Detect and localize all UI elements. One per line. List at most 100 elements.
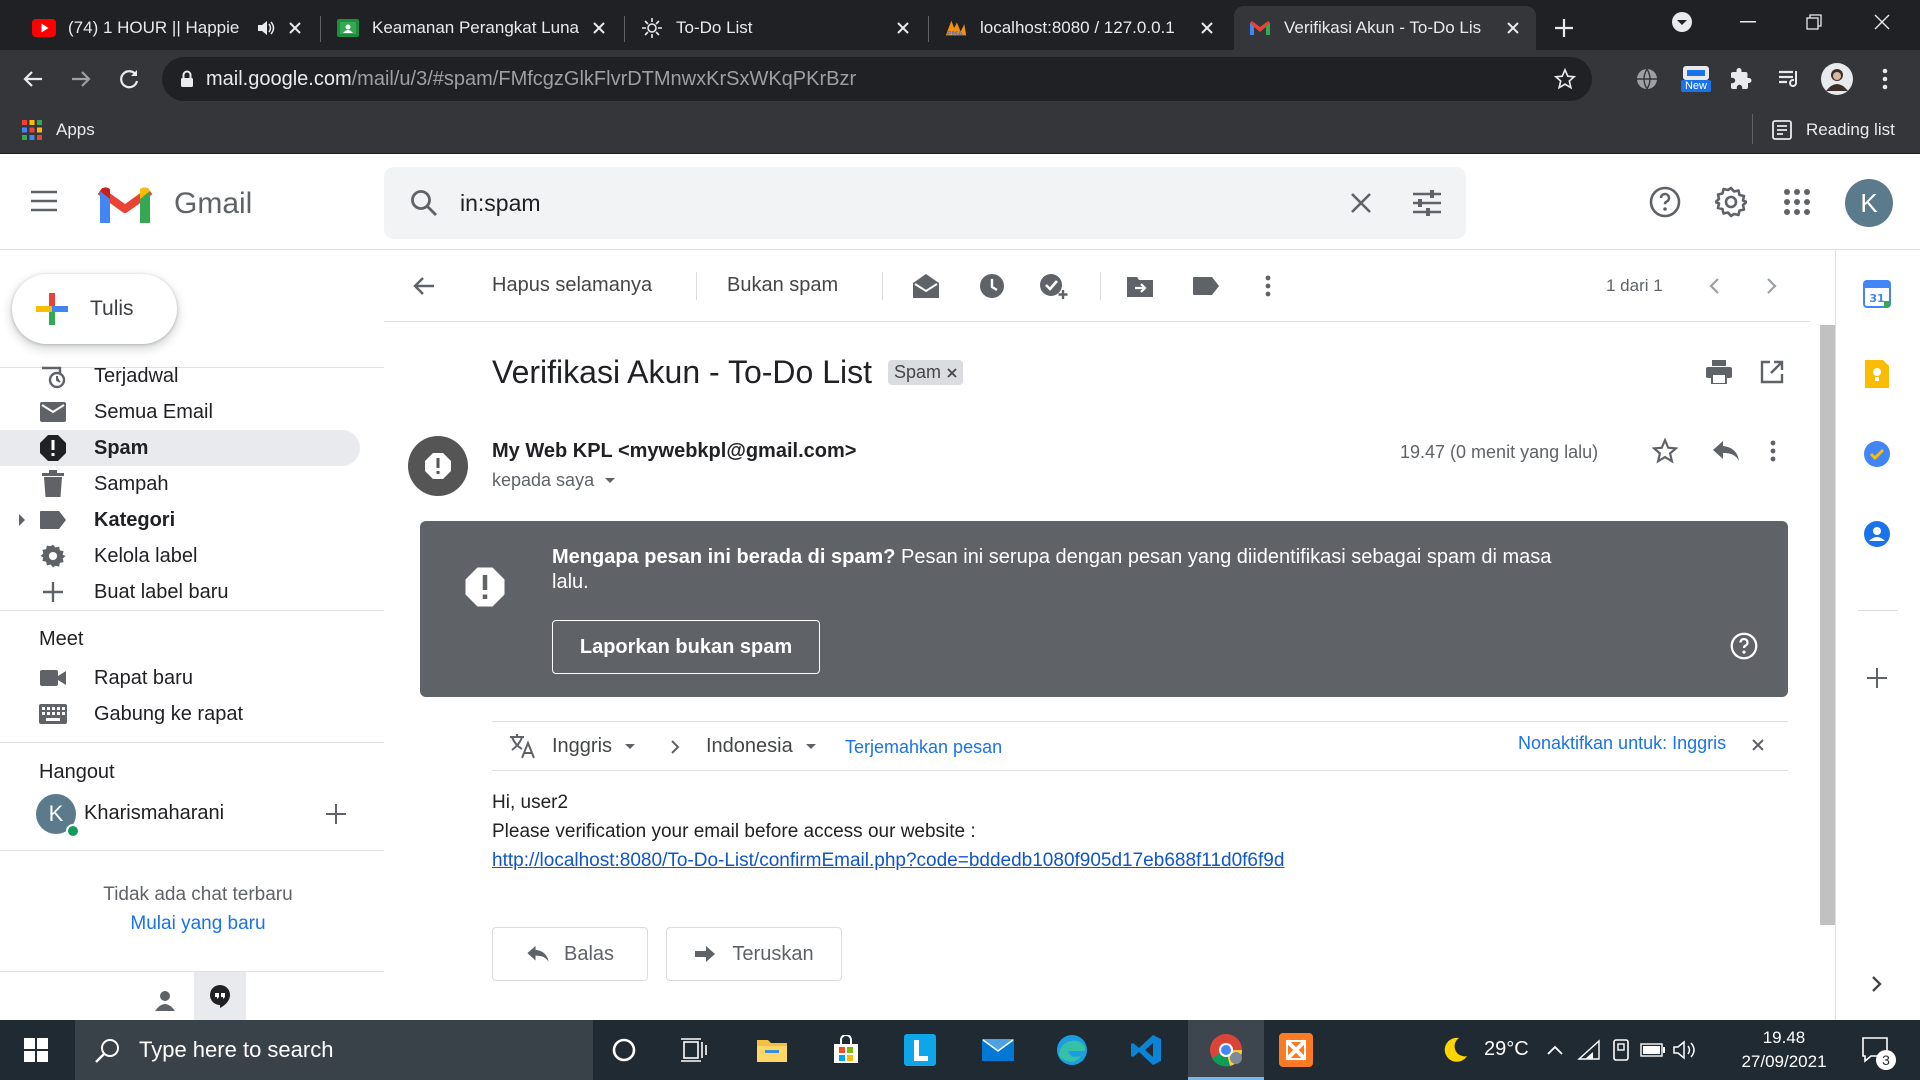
mail-app-icon[interactable] (976, 1030, 1020, 1070)
close-tab-icon[interactable] (588, 17, 610, 39)
tab-youtube[interactable]: (74) 1 HOUR || Happie (18, 6, 318, 50)
reply-button[interactable]: Balas (492, 927, 648, 981)
close-tab-icon[interactable] (892, 17, 914, 39)
source-language-select[interactable]: Inggris (552, 735, 636, 758)
notification-center-icon[interactable]: 3 (1854, 1030, 1898, 1070)
cortana-icon[interactable] (602, 1030, 646, 1070)
not-spam-button[interactable]: Bukan spam (727, 274, 838, 297)
main-menu-icon[interactable] (30, 190, 58, 212)
nav-item-create-label[interactable]: Buat label baru (0, 574, 360, 610)
disable-translate-link[interactable]: Nonaktifkan untuk: Inggris (1518, 733, 1726, 754)
windows-start-icon[interactable] (14, 1030, 58, 1070)
reload-button[interactable] (112, 62, 146, 96)
translate-message-link[interactable]: Terjemahkan pesan (845, 737, 1002, 758)
more-actions-icon[interactable] (1250, 268, 1286, 304)
lunacy-l-app-icon[interactable] (898, 1030, 942, 1070)
device-icon[interactable] (1606, 1030, 1636, 1070)
file-explorer-icon[interactable] (750, 1030, 794, 1070)
tab-search-icon[interactable] (1650, 0, 1714, 44)
star-icon[interactable] (1652, 438, 1678, 464)
move-to-icon[interactable] (1122, 268, 1158, 304)
battery-icon[interactable] (1638, 1030, 1668, 1070)
label-as-icon[interactable] (1188, 268, 1224, 304)
nav-item-categories[interactable]: Kategori (0, 502, 360, 538)
forward-button[interactable]: Teruskan (666, 927, 842, 981)
settings-gear-icon[interactable] (1708, 179, 1754, 225)
taskbar-clock[interactable]: 19.48 27/09/2021 (1724, 1026, 1844, 1074)
media-queue-icon[interactable] (1772, 62, 1806, 96)
more-email-options-icon[interactable] (1770, 440, 1776, 462)
speaker-icon[interactable] (256, 16, 276, 40)
nav-item-all-mail[interactable]: Semua Email (0, 394, 360, 430)
report-not-spam-button[interactable]: Laporkan bukan spam (552, 620, 820, 674)
help-circle-icon[interactable] (1730, 632, 1758, 660)
close-window-button[interactable] (1850, 0, 1914, 44)
vscode-icon[interactable] (1124, 1030, 1168, 1070)
older-chevron-icon[interactable] (1754, 268, 1790, 304)
snooze-clock-icon[interactable] (974, 268, 1010, 304)
taskbar-search-box[interactable]: Type here to search (75, 1020, 593, 1080)
details-dropdown-icon[interactable] (604, 477, 616, 485)
tab-todo-list[interactable]: To-Do List (626, 6, 926, 50)
tab-classroom[interactable]: Keamanan Perangkat Luna (322, 6, 622, 50)
hangouts-tab-icon[interactable] (194, 972, 246, 1020)
hangout-user-name[interactable]: Kharismaharani (84, 802, 224, 825)
start-new-chat-link[interactable]: Mulai yang baru (0, 913, 384, 935)
contacts-tab-icon[interactable] (140, 982, 190, 1020)
close-tab-icon[interactable] (1196, 17, 1218, 39)
help-icon[interactable] (1642, 179, 1688, 225)
delete-forever-button[interactable]: Hapus selamanya (492, 274, 652, 297)
globe-extension-icon[interactable] (1630, 62, 1664, 96)
chrome-menu-icon[interactable] (1868, 62, 1902, 96)
back-button[interactable] (16, 62, 50, 96)
search-options-icon[interactable] (1412, 190, 1442, 216)
apps-bookmark[interactable]: Apps (22, 120, 95, 140)
hide-side-panel-icon[interactable] (1857, 964, 1897, 1004)
sender-avatar[interactable] (408, 436, 468, 496)
tab-phpmyadmin[interactable]: PMA localhost:8080 / 127.0.0.1 (930, 6, 1230, 50)
expand-arrow-icon[interactable] (18, 514, 26, 526)
account-avatar[interactable]: K (1845, 179, 1893, 227)
search-input[interactable]: in:spam (460, 190, 1350, 217)
show-hidden-icons-chevron[interactable] (1540, 1030, 1570, 1070)
minimize-button[interactable] (1716, 0, 1780, 44)
xampp-icon[interactable] (1274, 1030, 1318, 1070)
add-task-icon[interactable] (1036, 268, 1072, 304)
close-translate-icon[interactable] (1752, 739, 1764, 751)
nav-item-new-meeting[interactable]: Rapat baru (0, 660, 360, 696)
back-to-list-icon[interactable] (406, 268, 442, 304)
newer-chevron-icon[interactable] (1696, 268, 1732, 304)
keep-icon[interactable] (1857, 354, 1897, 394)
tasks-icon[interactable] (1857, 434, 1897, 474)
confirm-email-link[interactable]: http://localhost:8080/To-Do-List/confirm… (492, 846, 1284, 875)
add-hangout-icon[interactable] (326, 804, 346, 824)
close-tab-icon[interactable] (1502, 17, 1524, 39)
mark-unread-icon[interactable] (908, 268, 944, 304)
extensions-puzzle-icon[interactable] (1724, 62, 1758, 96)
volume-icon[interactable] (1670, 1030, 1700, 1070)
reading-list-button[interactable]: Reading list (1772, 120, 1895, 140)
reply-icon[interactable] (1712, 440, 1740, 462)
chrome-taskbar-active[interactable] (1188, 1020, 1264, 1080)
nav-item-spam[interactable]: Spam (0, 430, 360, 466)
address-bar[interactable]: mail.google.com/mail/u/3/#spam/FMfcgzGlk… (162, 57, 1592, 101)
get-addons-plus-icon[interactable] (1857, 658, 1897, 698)
spam-label-chip[interactable]: Spam (888, 360, 964, 385)
print-icon[interactable] (1706, 360, 1732, 384)
sender-name[interactable]: My Web KPL <mywebkpl@gmail.com> (492, 440, 856, 463)
tab-gmail-active[interactable]: Verifikasi Akun - To-Do Lis (1234, 6, 1536, 50)
nav-item-scheduled[interactable]: Terjadwal (0, 358, 360, 394)
nav-item-join-meeting[interactable]: Gabung ke rapat (0, 696, 360, 732)
recipient-row[interactable]: kepada saya (492, 470, 616, 491)
lock-icon[interactable] (180, 70, 194, 88)
weather-moon-icon[interactable] (1432, 1030, 1476, 1070)
new-tab-button[interactable] (1548, 12, 1580, 44)
profile-avatar[interactable] (1820, 62, 1854, 96)
google-apps-icon[interactable] (1774, 179, 1820, 225)
weather-temperature[interactable]: 29°C (1484, 1038, 1529, 1061)
mail-search-bar[interactable]: in:spam (384, 167, 1466, 239)
email-scrollbar[interactable] (1820, 325, 1835, 925)
compose-button[interactable]: Tulis (12, 274, 177, 344)
restore-button[interactable] (1782, 0, 1846, 44)
wifi-icon[interactable] (1574, 1030, 1604, 1070)
